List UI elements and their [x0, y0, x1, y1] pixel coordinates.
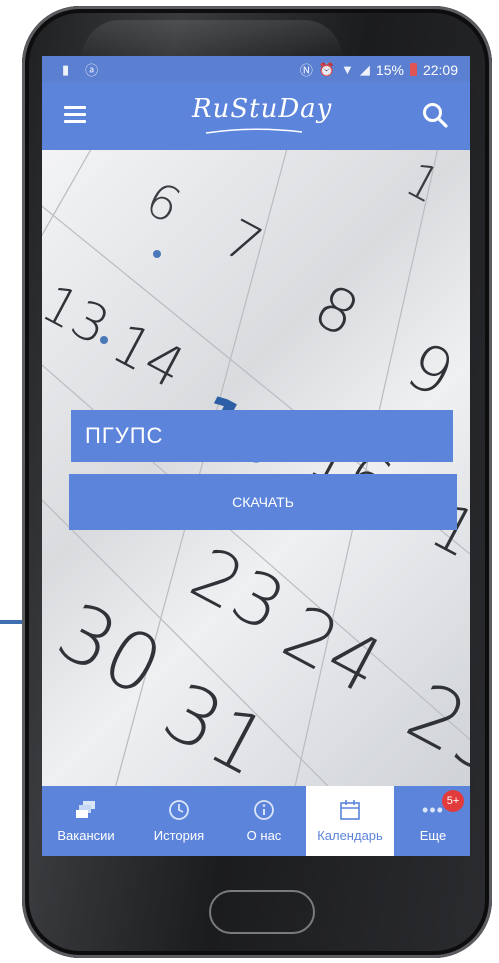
cal-24: 24 — [270, 587, 397, 711]
nav-item-more[interactable]: ••• Еще 5+ — [396, 786, 470, 856]
vacancies-icon — [76, 801, 95, 818]
cal-31: 31 — [149, 665, 283, 786]
app-screen: ▮ ⓐ Ⓝ ⏰ ▼ ◢ 15% 22:09 RuStuDay 6 7 1 13 … — [42, 56, 470, 856]
nav-label-more: Еще — [419, 828, 447, 843]
sim-icon: ▮ — [62, 61, 70, 77]
nfc-icon: Ⓝ — [299, 63, 313, 78]
battery-icon — [409, 63, 417, 76]
clock-icon — [169, 800, 189, 820]
cal-8: 8 — [303, 271, 370, 351]
app-bar: RuStuDay — [42, 82, 470, 150]
download-button[interactable]: СКАЧАТЬ — [69, 474, 457, 530]
signal-icon: ◢ — [359, 61, 370, 77]
more-icon: ••• — [422, 799, 444, 820]
accessibility-icon: ⓐ — [85, 63, 99, 78]
calendar-background-image: 6 7 1 13 14 8 15 9 16 17 23 24 30 31 25 — [42, 150, 470, 786]
cal-6: 6 — [136, 171, 189, 235]
phone-gloss — [82, 20, 342, 58]
nav-label-vacancies: Вакансии — [57, 828, 115, 843]
nav-item-calendar[interactable]: Календарь — [306, 786, 394, 856]
cal-1: 1 — [396, 151, 449, 215]
cal-7: 7 — [214, 209, 271, 278]
battery-percent: 15% — [375, 61, 404, 78]
wifi-icon: ▼ — [341, 62, 354, 77]
nav-label-about: О нас — [246, 828, 282, 843]
university-field[interactable]: ПГУПС — [71, 410, 453, 462]
cal-30: 30 — [43, 585, 177, 715]
nav-item-vacancies[interactable]: Вакансии — [42, 786, 130, 856]
status-bar: ▮ ⓐ Ⓝ ⏰ ▼ ◢ 15% 22:09 — [42, 56, 470, 82]
nav-label-calendar: Календарь — [317, 828, 383, 843]
nav-label-history: История — [153, 828, 205, 843]
bottom-navigation: Вакансии История О нас Календарь ••• Еще… — [42, 786, 470, 856]
logo-swash — [205, 128, 303, 134]
nav-item-history[interactable]: История — [136, 786, 222, 856]
cal-9: 9 — [394, 329, 465, 413]
hamburger-menu-icon[interactable] — [64, 106, 86, 124]
cal-13: 13 — [42, 274, 118, 358]
calendar-icon — [340, 800, 360, 820]
notification-badge: 5+ — [442, 790, 464, 812]
home-button[interactable] — [209, 890, 315, 934]
info-icon — [254, 800, 274, 820]
nav-item-about[interactable]: О нас — [224, 786, 304, 856]
clock-time: 22:09 — [422, 61, 458, 78]
cal-23: 23 — [178, 531, 298, 648]
calendar-photo: 6 7 1 13 14 8 15 9 16 17 23 24 30 31 25 — [42, 150, 470, 786]
search-icon[interactable] — [422, 102, 448, 128]
alarm-icon: ⏰ — [318, 61, 336, 77]
cal-14: 14 — [101, 311, 194, 402]
